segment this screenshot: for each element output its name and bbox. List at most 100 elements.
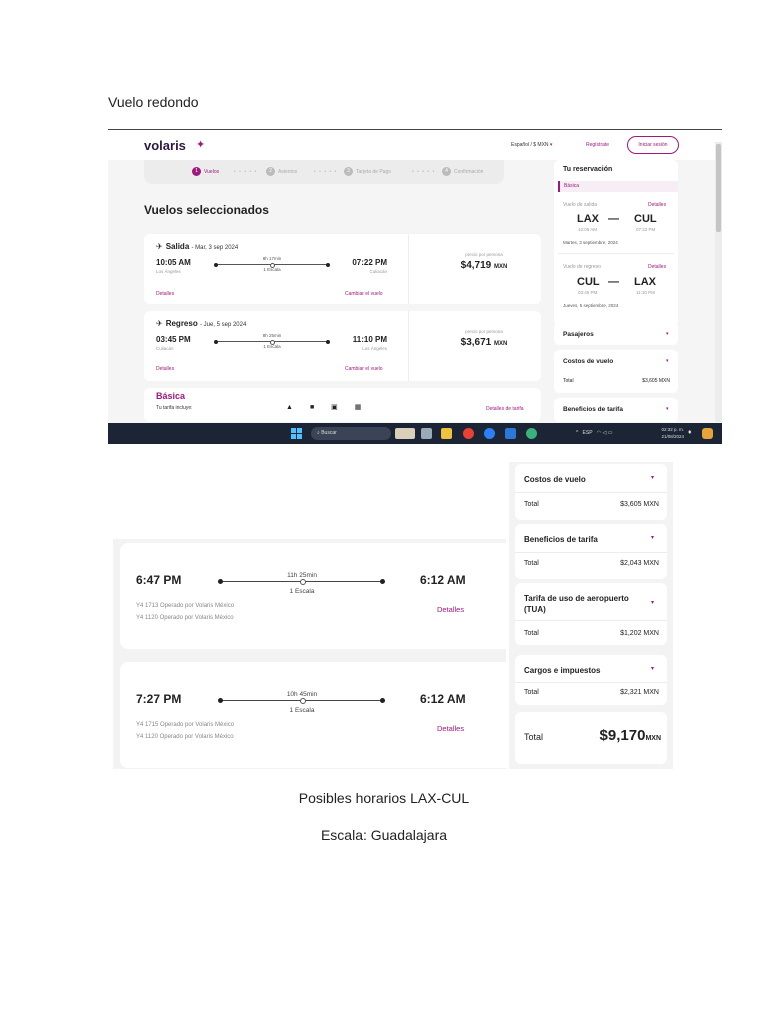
option-flight-segment: Y4 1120 Operado por Volaris México [136,615,234,621]
taskbar-clock[interactable]: 02:32 p. m. 21/08/2024 [652,426,684,440]
cost-item-fare-benefits[interactable]: Beneficios de tarifa ▾ Total $2,043 MXN [515,524,667,579]
cost-item-separator [515,620,667,621]
timeline-end-dot [380,579,385,584]
register-link[interactable]: Regístrate [586,142,609,148]
fare-benefits-accordion[interactable]: Beneficios de tarifa ▾ [554,398,678,422]
widgets-icon[interactable] [395,428,415,439]
fare-benefits-title: Beneficios de tarifa [563,406,623,413]
cost-item-total-value: $1,202 MXN [620,630,659,637]
flight-option-card[interactable]: 7:27 PM 10h 45min 1 Escala 6:12 AM Y4 17… [120,662,506,768]
timeline-start-dot [214,339,218,344]
outbound-flight-label: Vuelo de salida [563,202,598,208]
fare-includes-label: Tu tarifa incluye: [156,405,193,411]
flight-duration: 8h 17min [262,256,282,261]
option-stops: 1 Escala [289,707,315,714]
reservation-outbound-details-link[interactable]: Detalles [648,202,666,208]
destination-iata: LAX [634,276,656,288]
route-dash: — [608,213,619,225]
cost-item-total-value: $2,043 MXN [620,560,659,567]
taskbar-search[interactable]: ⌕ Buscar [311,427,391,440]
cost-item-airport-fee[interactable]: Tarifa de uso de aeropuerto (TUA) ▾ Tota… [515,583,667,645]
document-heading: Vuelo redondo [108,94,199,110]
cost-item-title: Tarifa de uso de aeropuerto (TUA) [524,594,629,614]
system-tray: ^ ESP ◠ ◁ ▭ [576,430,612,436]
carry-on-icon: ■ [309,404,315,411]
wifi-icon[interactable]: ◠ [597,430,601,436]
battery-icon[interactable]: ▭ [608,430,613,436]
page-scrollbar-thumb[interactable] [716,144,721,232]
departure-city: Culiacán [156,346,174,351]
reservation-arr-time: 11:10 PM [636,290,655,295]
outbound-details-link[interactable]: Detalles [156,291,174,297]
step-payment[interactable]: 3 Tarjeta de Pago [344,167,391,176]
step-label: Vuelos [204,168,220,175]
return-title: ✈ Regreso - Jue, 5 sep 2024 [156,319,246,328]
step-label: Tarjeta de Pago [356,168,392,175]
cost-item-separator [515,492,667,493]
fare-details-link[interactable]: Detalles de tarifa [486,406,524,412]
chevron-down-icon: ▾ [666,406,669,412]
step-label: Asientos [278,168,298,175]
language-indicator[interactable]: ESP [583,430,593,436]
edge-icon[interactable] [484,428,495,439]
chevron-down-icon: ▾ [651,666,655,672]
word-icon[interactable] [505,428,516,439]
volume-icon[interactable]: ◁ [602,430,606,436]
price-currency: MXN [494,341,508,347]
cost-item-separator [515,552,667,553]
step-separator: • • • • • [234,169,258,175]
option-flight-segment: Y4 1715 Operado por Volaris México [136,722,235,728]
screenshot-booking-summary: volaris ✦ Español / $ MXN ▾ Regístrate I… [108,129,722,444]
flight-option-card[interactable]: 6:47 PM 11h 25min 1 Escala 6:12 AM Y4 17… [120,543,506,649]
price-per-person-label: precio por persona [465,252,503,257]
step-label: Confirmación [454,168,484,175]
change-outbound-link[interactable]: Cambiar el vuelo [345,291,383,297]
step-number: 1 [192,167,201,176]
volaris-logo[interactable]: volaris [144,138,186,153]
outbound-price: $4,719 MXN [444,260,524,271]
grand-total-label: Total [524,732,544,742]
fare-name: Básica [156,391,186,401]
cost-item-taxes[interactable]: Cargos e impuestos ▾ Total $2,321 MXN [515,655,667,705]
app-icon[interactable] [526,428,537,439]
flight-costs-total-value: $3,605 MXN [642,378,670,384]
return-details-link[interactable]: Detalles [156,366,174,372]
option-details-link[interactable]: Detalles [437,724,464,733]
passengers-accordion[interactable]: Pasajeros ▾ [554,323,678,345]
price-amount: $3,671 [460,337,492,348]
cost-item-flight-costs[interactable]: Costos de vuelo ▾ Total $3,605 MXN [515,464,667,520]
fare-card: Básica Tu tarifa incluye: ▲ ■ ▣ ▦ Detalles … [144,388,541,422]
calendar-icon: ▦ [354,404,362,411]
reservation-dep-time: 10:05 AM [578,227,598,232]
logo-star-icon: ✦ [196,139,206,151]
departure-time: 10:05 AM [156,258,191,267]
task-view-icon[interactable] [421,428,432,439]
departure-time: 03:45 PM [156,335,191,344]
clock-time: 02:32 p. m. [661,427,684,432]
file-explorer-icon[interactable] [441,428,452,439]
cost-item-total-value: $3,605 MXN [620,501,659,508]
notification-bell-icon[interactable]: ♦ [688,429,692,436]
price-currency: MXN [494,264,508,270]
option-details-link[interactable]: Detalles [437,605,464,614]
chevron-down-icon: ▾ [666,358,669,364]
flight-costs-accordion[interactable]: Costos de vuelo ▾ Total $3,605 MXN [554,350,678,393]
option-duration: 11h 25min [287,572,317,579]
step-flights[interactable]: 1 Vuelos [192,167,219,176]
login-button[interactable]: Iniciar sesión [627,136,679,154]
step-confirmation[interactable]: 4 Confirmación [442,167,483,176]
change-return-link[interactable]: Cambiar el vuelo [345,366,383,372]
timeline-start-dot [218,579,223,584]
reservation-return-details-link[interactable]: Detalles [648,264,666,270]
timeline-end-dot [326,262,330,267]
step-seats[interactable]: 2 Asientos [266,167,297,176]
weather-icon[interactable] [702,428,713,439]
windows-start-icon[interactable] [291,428,302,439]
timeline-start-dot [214,262,218,267]
chrome-icon[interactable] [463,428,474,439]
windows-taskbar: ⌕ Buscar ^ ESP ◠ ◁ ▭ 02:32 p. m. 21/08/20… [108,423,722,444]
chevron-up-icon[interactable]: ^ [576,430,578,436]
option-arrival-time: 6:12 AM [420,692,466,706]
language-currency-selector[interactable]: Español / $ MXN ▾ [511,142,552,148]
plane-landing-icon: ✈ [156,319,163,328]
